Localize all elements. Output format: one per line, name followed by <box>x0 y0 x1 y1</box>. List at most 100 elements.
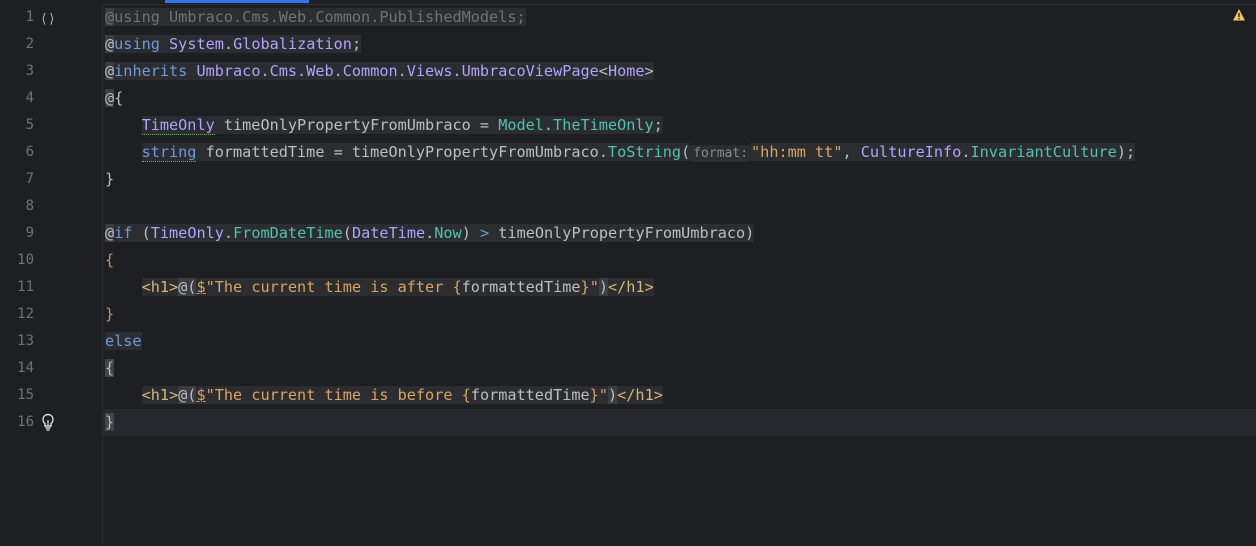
razor-at: @ <box>105 89 115 107</box>
generic-open: < <box>598 62 608 80</box>
variable-decl: formattedTime = timeOnlyPropertyFromUmbr… <box>196 143 608 161</box>
close-paren: ); <box>1116 143 1136 161</box>
open-brace: { <box>114 89 124 107</box>
if-keyword: if <box>114 224 133 242</box>
h1-open-tag: <h1> <box>141 278 179 296</box>
h1-close-tag: </h1> <box>617 386 663 404</box>
code-line-10: { <box>105 247 114 274</box>
line-number: 15 <box>17 387 34 403</box>
open-brace: { <box>105 251 115 269</box>
razor-expression-start: @( <box>178 278 197 296</box>
dot: . <box>223 224 234 242</box>
razor-at: @ <box>105 224 115 242</box>
code-line-16: } <box>103 409 1256 436</box>
line-gutter: 1 2 3 4 5 6 7 8 9 10 11 12 13 14 15 16 ⟨… <box>0 4 103 546</box>
line-number: 5 <box>25 117 34 133</box>
base-class: Umbraco.Cms.Web.Common.Views.UmbracoView… <box>196 62 599 80</box>
code-line-5: TimeOnly timeOnlyPropertyFromUmbraco = M… <box>105 112 663 139</box>
line-number: 4 <box>25 90 34 106</box>
razor-expression-end: ) <box>607 386 618 404</box>
model-object: Model <box>498 116 544 134</box>
code-line-1: @using Umbraco.Cms.Web.Common.PublishedM… <box>105 4 526 31</box>
line-number: 6 <box>25 144 34 160</box>
interpolation-dollar: $ <box>196 386 206 404</box>
namespace: Umbraco.Cms.Web.Common.PublishedModels <box>169 8 517 26</box>
comparison-rhs: timeOnlyPropertyFromUmbraco) <box>489 224 755 242</box>
fold-icon[interactable]: ⟨⟩ <box>40 12 56 27</box>
dot: . <box>223 35 234 53</box>
interp-close-brace: } <box>589 386 599 404</box>
interp-open-brace: { <box>461 386 471 404</box>
inherits-keyword: inherits <box>114 62 188 80</box>
dot: . <box>543 116 554 134</box>
line-number: 10 <box>17 252 34 268</box>
property: TheTimeOnly <box>553 116 654 134</box>
line-number: 9 <box>25 225 34 241</box>
interpolation-dollar: $ <box>196 278 206 296</box>
line-number: 13 <box>17 333 34 349</box>
open-paren: ( <box>342 224 352 242</box>
line-number: 11 <box>17 279 34 295</box>
interpolated-variable: formattedTime <box>461 278 581 296</box>
code-line-6: string formattedTime = timeOnlyPropertyF… <box>105 139 1136 166</box>
string-part: "The current time is after <box>205 278 453 296</box>
code-line-13: else <box>105 328 142 355</box>
class-datetime: DateTime <box>351 224 426 242</box>
close-brace: } <box>105 305 115 323</box>
code-line-7: } <box>105 166 114 193</box>
close-paren: ) <box>461 224 480 242</box>
line-number: 16 <box>17 414 34 430</box>
type-timeonly: TimeOnly <box>141 116 215 135</box>
lightbulb-icon[interactable] <box>40 413 56 431</box>
code-line-12: } <box>105 301 114 328</box>
code-line-11: <h1>@($"The current time is after {forma… <box>105 274 654 301</box>
method-tostring: ToString <box>607 143 682 161</box>
else-keyword: else <box>105 332 142 350</box>
h1-open-tag: <h1> <box>141 386 179 404</box>
string-literal: "hh:mm tt" <box>751 143 843 161</box>
open-paren: ( <box>132 224 151 242</box>
type-string: string <box>141 143 197 162</box>
code-line-9: @if (TimeOnly.FromDateTime(DateTime.Now)… <box>105 220 755 247</box>
code-line-2: @using System.Globalization; <box>105 31 362 58</box>
line-number: 7 <box>25 171 34 187</box>
class-cultureinfo: CultureInfo <box>860 143 962 161</box>
line-number: 1 <box>25 9 34 25</box>
line-number: 3 <box>25 63 34 79</box>
class-timeonly: TimeOnly <box>150 224 224 242</box>
code-line-4: @{ <box>105 85 123 112</box>
razor-expression-end: ) <box>598 278 608 296</box>
string-end: " <box>598 386 608 404</box>
dot: . <box>425 224 435 242</box>
dot: . <box>961 143 971 161</box>
line-number: 8 <box>25 198 34 214</box>
warning-icon[interactable] <box>1232 8 1246 22</box>
semicolon: ; <box>351 35 362 53</box>
parameter-hint: format: <box>690 145 752 162</box>
generic-close: > <box>644 62 654 80</box>
razor-at: @ <box>105 8 115 26</box>
active-tab-indicator <box>165 0 309 3</box>
line-number: 2 <box>25 36 34 52</box>
property-invariantculture: InvariantCulture <box>970 143 1117 161</box>
close-brace: } <box>105 170 115 188</box>
code-editor[interactable]: @using Umbraco.Cms.Web.Common.PublishedM… <box>103 4 1256 546</box>
h1-close-tag: </h1> <box>608 278 654 296</box>
interp-close-brace: } <box>580 278 590 296</box>
model-type: Home <box>607 62 645 80</box>
code-line-14: { <box>105 355 115 382</box>
semicolon: ; <box>516 8 526 26</box>
open-paren: ( <box>681 143 691 161</box>
variable-decl: timeOnlyPropertyFromUmbraco = <box>214 116 499 134</box>
open-brace: { <box>105 359 115 377</box>
code-line-3: @inherits Umbraco.Cms.Web.Common.Views.U… <box>105 58 654 85</box>
namespace-globalization: Globalization <box>233 35 352 53</box>
code-line-15: <h1>@($"The current time is before {form… <box>105 382 663 409</box>
interpolated-variable: formattedTime <box>470 386 590 404</box>
method-fromdatetime: FromDateTime <box>233 224 343 242</box>
string-part: "The current time is before <box>205 386 462 404</box>
interp-open-brace: { <box>452 278 462 296</box>
using-keyword: using <box>114 8 160 26</box>
razor-at: @ <box>105 62 115 80</box>
greater-than-operator: > <box>480 224 490 242</box>
